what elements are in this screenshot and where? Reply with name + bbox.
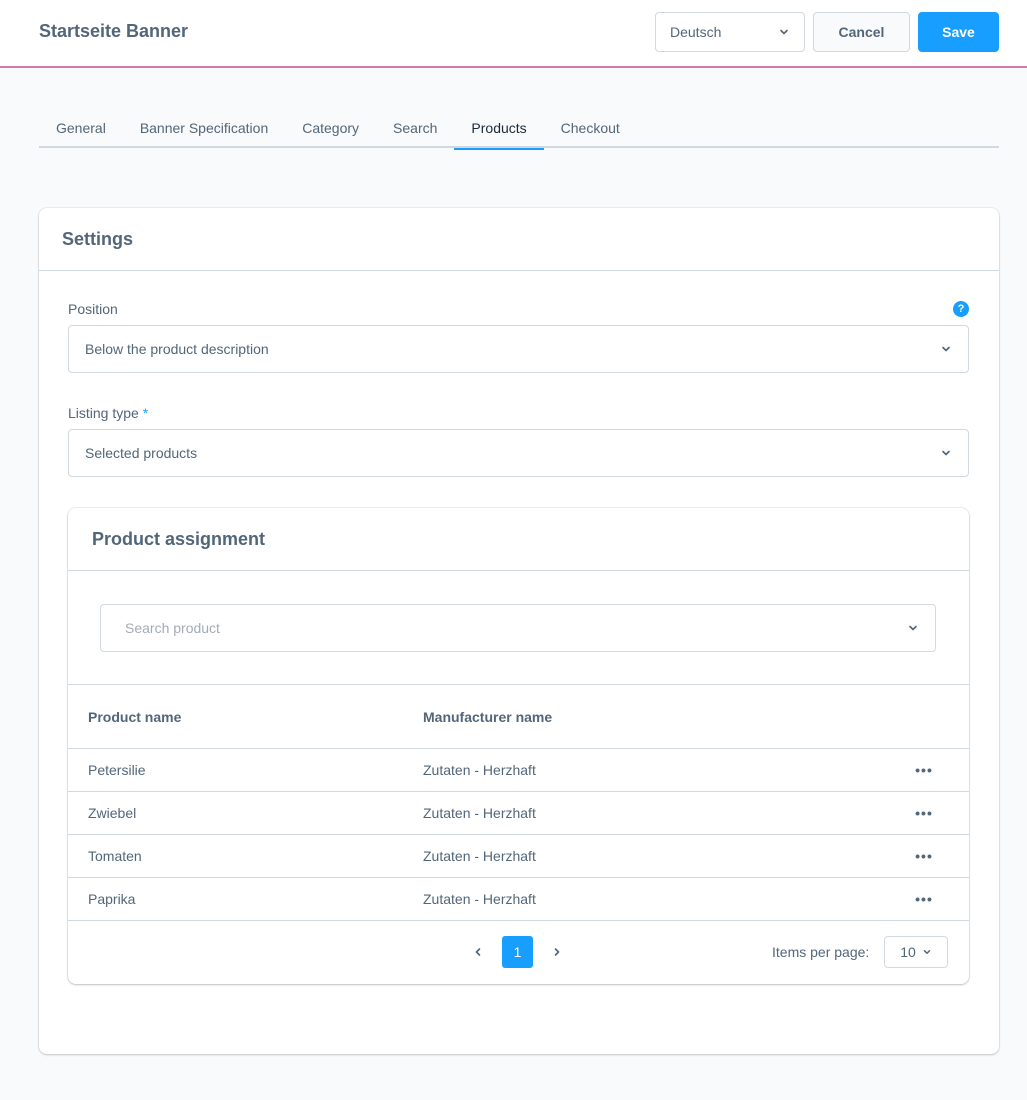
chevron-down-icon bbox=[942, 346, 950, 352]
chevron-left-icon bbox=[475, 948, 481, 956]
column-header-manufacturer-name[interactable]: Manufacturer name bbox=[423, 709, 879, 725]
items-per-page-label: Items per page: bbox=[772, 944, 870, 960]
language-select[interactable]: Deutsch bbox=[655, 12, 805, 52]
product-name-cell: Zwiebel bbox=[88, 805, 137, 821]
question-circle-icon[interactable]: ? bbox=[953, 301, 969, 317]
position-select[interactable]: Below the product description bbox=[68, 325, 969, 373]
tab-products[interactable]: Products bbox=[454, 110, 544, 150]
more-actions-icon[interactable]: ••• bbox=[879, 762, 969, 778]
language-select-value: Deutsch bbox=[670, 24, 722, 40]
manufacturer-name-cell: Zutaten - Herzhaft bbox=[423, 848, 536, 864]
table-header: Product name Manufacturer name bbox=[68, 685, 969, 749]
required-marker: * bbox=[142, 405, 149, 421]
listing-type-label: Listing type * bbox=[68, 405, 148, 421]
top-bar: Startseite Banner Deutsch Cancel Save bbox=[0, 0, 1027, 68]
tab-search[interactable]: Search bbox=[376, 110, 454, 148]
column-header-product-name[interactable]: Product name bbox=[68, 709, 423, 725]
product-name-cell: Paprika bbox=[88, 891, 136, 907]
page-title: Startseite Banner bbox=[39, 21, 189, 41]
product-name-cell: Petersilie bbox=[88, 762, 146, 778]
more-actions-icon[interactable]: ••• bbox=[879, 891, 969, 907]
more-actions-icon[interactable]: ••• bbox=[879, 805, 969, 821]
chevron-down-icon bbox=[780, 29, 788, 35]
product-table: Product name Manufacturer name Petersili… bbox=[68, 684, 969, 921]
chevron-down-icon bbox=[942, 450, 950, 456]
manufacturer-name-cell: Zutaten - Herzhaft bbox=[423, 762, 536, 778]
product-assignment-card: Product assignment Product name Manufact… bbox=[68, 508, 969, 984]
tab-banner-specification[interactable]: Banner Specification bbox=[123, 110, 285, 148]
table-row: Zwiebel Zutaten - Herzhaft ••• bbox=[68, 792, 969, 835]
save-button[interactable]: Save bbox=[918, 12, 999, 52]
table-row: Tomaten Zutaten - Herzhaft ••• bbox=[68, 835, 969, 878]
manufacturer-name-cell: Zutaten - Herzhaft bbox=[423, 805, 536, 821]
tab-checkout[interactable]: Checkout bbox=[544, 110, 637, 148]
next-page-button[interactable] bbox=[545, 936, 569, 968]
position-select-value: Below the product description bbox=[85, 341, 269, 357]
product-assignment-title: Product assignment bbox=[92, 528, 266, 549]
tab-bar: General Banner Specification Category Se… bbox=[39, 110, 999, 150]
listing-type-label-text: Listing type bbox=[68, 405, 139, 421]
tab-category[interactable]: Category bbox=[285, 110, 376, 148]
items-per-page-value: 10 bbox=[900, 944, 916, 960]
chevron-down-icon bbox=[923, 950, 931, 954]
more-actions-icon[interactable]: ••• bbox=[879, 848, 969, 864]
position-label: Position bbox=[68, 301, 118, 317]
pagination: 1 Items per page: 10 bbox=[68, 921, 969, 984]
product-assignment-header: Product assignment bbox=[68, 508, 969, 571]
product-search-input[interactable] bbox=[125, 620, 825, 636]
listing-type-select-value: Selected products bbox=[85, 445, 198, 461]
settings-card-header: Settings bbox=[39, 208, 999, 271]
manufacturer-name-cell: Zutaten - Herzhaft bbox=[423, 891, 536, 907]
chevron-right-icon bbox=[554, 948, 560, 956]
table-row: Paprika Zutaten - Herzhaft ••• bbox=[68, 878, 969, 921]
tab-general[interactable]: General bbox=[39, 110, 123, 148]
product-search-select[interactable] bbox=[100, 604, 936, 652]
chevron-down-icon bbox=[909, 625, 917, 631]
items-per-page-select[interactable]: 10 bbox=[884, 936, 948, 968]
settings-card: Settings Position ? Below the product de… bbox=[39, 208, 999, 1054]
page-button-current[interactable]: 1 bbox=[502, 936, 533, 968]
settings-title: Settings bbox=[62, 228, 134, 249]
cancel-button[interactable]: Cancel bbox=[813, 12, 910, 52]
table-row: Petersilie Zutaten - Herzhaft ••• bbox=[68, 749, 969, 792]
listing-type-select[interactable]: Selected products bbox=[68, 429, 969, 477]
previous-page-button[interactable] bbox=[466, 936, 490, 968]
product-name-cell: Tomaten bbox=[88, 848, 142, 864]
